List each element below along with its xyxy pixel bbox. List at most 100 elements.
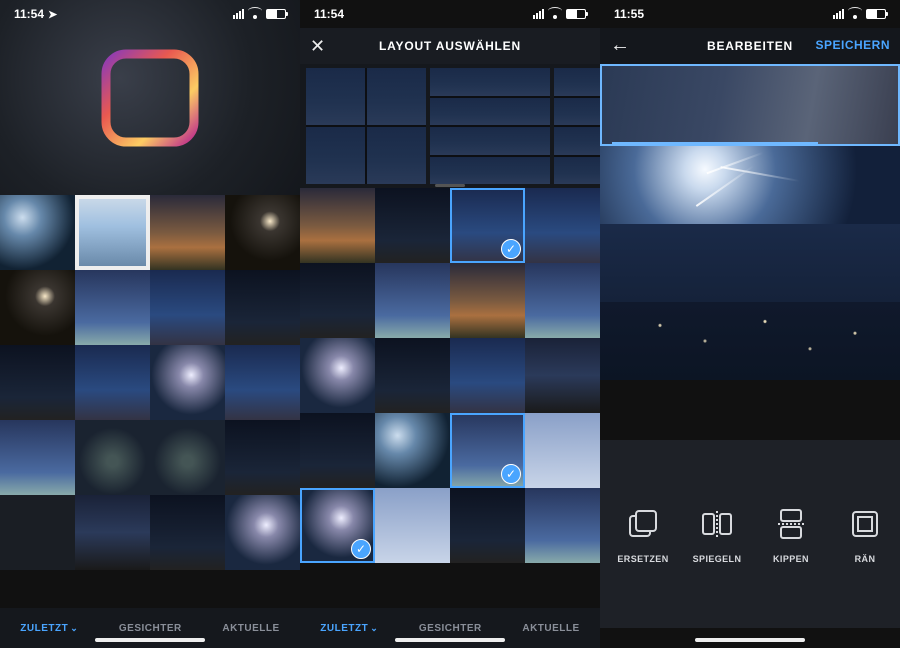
- tool-label: RÄN: [855, 554, 876, 564]
- tab-zuletzt[interactable]: ZULETZT⌄: [20, 623, 78, 634]
- location-icon: ➤: [48, 8, 57, 21]
- photo-thumb[interactable]: [375, 188, 450, 263]
- photo-thumb[interactable]: [525, 488, 600, 563]
- status-bar: 11:55: [600, 0, 900, 28]
- replace-icon: [623, 504, 663, 544]
- photo-thumb[interactable]: [150, 270, 225, 345]
- edit-toolbar: ERSETZEN SPIEGELN KIPPEN RÄN: [600, 440, 900, 628]
- layout-app-icon: [100, 48, 200, 148]
- photo-grid[interactable]: [0, 195, 300, 608]
- photo-thumb[interactable]: [75, 270, 150, 345]
- tool-ersetzen[interactable]: ERSETZEN: [606, 504, 680, 564]
- photo-thumb[interactable]: [0, 420, 75, 495]
- status-time: 11:54: [314, 7, 344, 21]
- tab-aktuelle[interactable]: AKTUELLE: [522, 623, 579, 634]
- tab-aktuelle[interactable]: AKTUELLE: [222, 623, 279, 634]
- tool-kippen[interactable]: KIPPEN: [754, 504, 828, 564]
- bottom-tabs: ZULETZT⌄ GESICHTER AKTUELLE: [0, 608, 300, 648]
- photo-grid[interactable]: ✓ ✓ ✓: [300, 188, 600, 608]
- photo-thumb[interactable]: [0, 270, 75, 345]
- home-indicator[interactable]: [95, 638, 205, 642]
- photo-thumb[interactable]: [225, 495, 300, 570]
- layout-options-strip[interactable]: [300, 64, 600, 188]
- app-hero: [0, 0, 300, 195]
- wifi-icon: [548, 9, 562, 19]
- pane-resize-handle[interactable]: [612, 142, 818, 144]
- chevron-down-icon: ⌄: [370, 623, 378, 633]
- photo-thumb[interactable]: [300, 263, 375, 338]
- photo-thumb[interactable]: [150, 195, 225, 270]
- tool-label: KIPPEN: [773, 554, 809, 564]
- photo-thumb[interactable]: [300, 338, 375, 413]
- layout-option-2x2[interactable]: [306, 68, 426, 184]
- photo-thumb[interactable]: [375, 338, 450, 413]
- photo-thumb[interactable]: [375, 413, 450, 488]
- status-bar: 11:54: [300, 0, 600, 28]
- tab-zuletzt[interactable]: ZULETZT⌄: [320, 623, 378, 634]
- photo-thumb[interactable]: [0, 495, 75, 570]
- battery-icon: [266, 9, 286, 19]
- screen-1-photo-picker: 11:54 ➤: [0, 0, 300, 648]
- screen-3-edit: 11:55 ← BEARBEITEN SPEICHERN: [600, 0, 900, 648]
- tool-label: SPIEGELN: [693, 554, 742, 564]
- photo-thumb[interactable]: [225, 420, 300, 495]
- photo-thumb-selected[interactable]: ✓: [450, 413, 525, 488]
- tab-gesichter[interactable]: GESICHTER: [419, 623, 482, 634]
- photo-thumb[interactable]: [75, 495, 150, 570]
- photo-thumb[interactable]: [300, 413, 375, 488]
- home-indicator[interactable]: [395, 638, 505, 642]
- photo-thumb[interactable]: [525, 413, 600, 488]
- status-time: 11:55: [614, 7, 644, 21]
- photo-thumb[interactable]: [450, 488, 525, 563]
- photo-thumb-selected[interactable]: ✓: [450, 188, 525, 263]
- home-indicator[interactable]: [695, 638, 805, 642]
- photo-thumb[interactable]: [150, 345, 225, 420]
- bottom-tabs: ZULETZT⌄ GESICHTER AKTUELLE: [300, 608, 600, 648]
- selected-check-icon: ✓: [501, 464, 521, 484]
- photo-thumb[interactable]: [225, 345, 300, 420]
- photo-thumb[interactable]: [525, 188, 600, 263]
- battery-icon: [566, 9, 586, 19]
- photo-thumb[interactable]: [150, 495, 225, 570]
- layout-option-4rows[interactable]: [430, 68, 550, 184]
- tool-raender[interactable]: RÄN: [828, 504, 900, 564]
- photo-thumb[interactable]: [525, 338, 600, 413]
- photo-thumb[interactable]: [150, 420, 225, 495]
- photo-thumb[interactable]: [75, 345, 150, 420]
- photo-thumb[interactable]: [450, 338, 525, 413]
- photo-thumb[interactable]: [0, 195, 75, 270]
- photo-thumb[interactable]: [225, 195, 300, 270]
- tab-gesichter[interactable]: GESICHTER: [119, 623, 182, 634]
- collage-pane-2[interactable]: [600, 146, 900, 224]
- back-icon[interactable]: ←: [610, 34, 630, 57]
- collage-canvas[interactable]: [600, 64, 900, 380]
- collage-pane-3[interactable]: [600, 224, 900, 302]
- mirror-icon: [697, 504, 737, 544]
- photo-thumb[interactable]: [450, 263, 525, 338]
- battery-icon: [866, 9, 886, 19]
- photo-thumb[interactable]: [375, 263, 450, 338]
- wifi-icon: [848, 9, 862, 19]
- save-button[interactable]: SPEICHERN: [815, 38, 890, 52]
- photo-thumb[interactable]: [375, 488, 450, 563]
- layout-option-4rows-b[interactable]: [554, 68, 600, 184]
- signal-icon: [833, 9, 844, 19]
- photo-thumb[interactable]: [300, 188, 375, 263]
- collage-pane-1-selected[interactable]: [600, 64, 900, 146]
- signal-icon: [533, 9, 544, 19]
- photo-thumb-selected[interactable]: ✓: [300, 488, 375, 563]
- close-icon[interactable]: ✕: [310, 36, 325, 57]
- edit-header: ← BEARBEITEN SPEICHERN: [600, 28, 900, 64]
- wifi-icon: [248, 9, 262, 19]
- edit-header-title: BEARBEITEN: [707, 39, 793, 53]
- photo-thumb[interactable]: [225, 270, 300, 345]
- photo-thumb[interactable]: [0, 345, 75, 420]
- tool-spiegeln[interactable]: SPIEGELN: [680, 504, 754, 564]
- photo-thumb[interactable]: [525, 263, 600, 338]
- collage-pane-4[interactable]: [600, 302, 900, 380]
- sheet-drag-handle[interactable]: [435, 184, 465, 187]
- photo-thumb[interactable]: [75, 195, 150, 270]
- layout-header-title: LAYOUT AUSWÄHLEN: [379, 39, 521, 53]
- photo-thumb[interactable]: [75, 420, 150, 495]
- border-icon: [845, 504, 885, 544]
